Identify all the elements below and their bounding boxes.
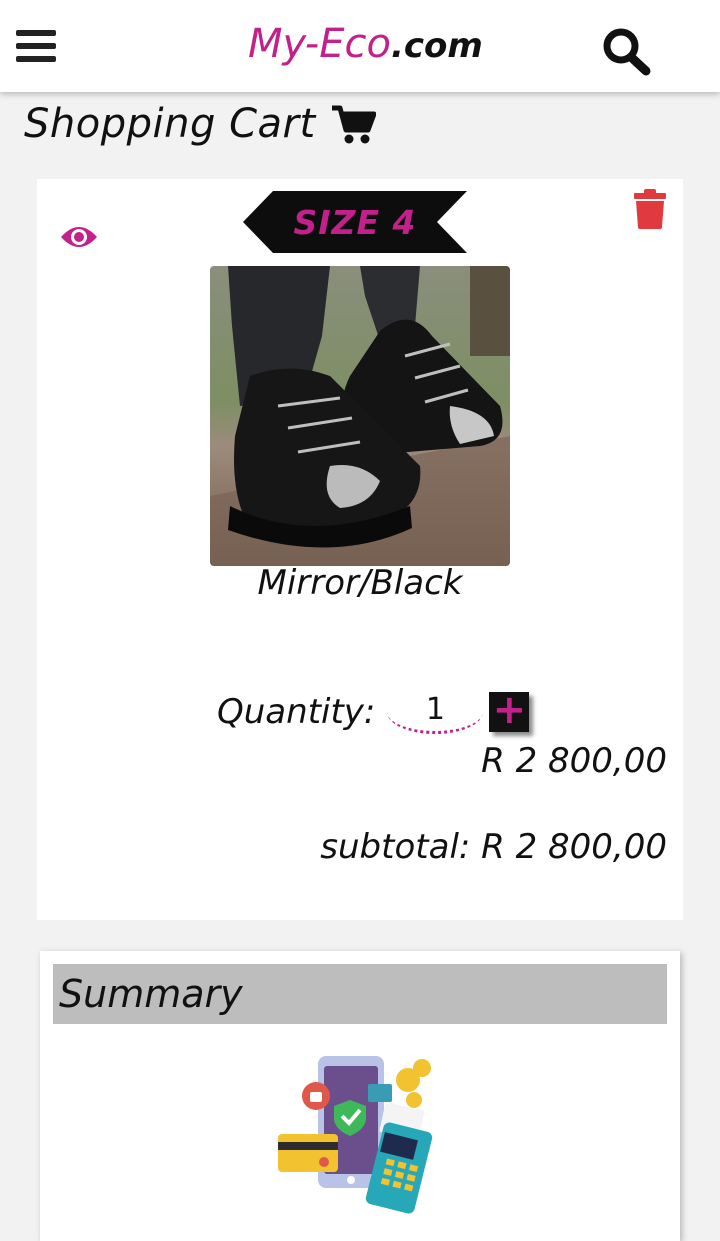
- item-subtotal: subtotal: R 2 800,00: [320, 827, 667, 867]
- search-icon[interactable]: [600, 26, 652, 76]
- quantity-label: Quantity:: [217, 692, 376, 732]
- site-logo[interactable]: My-Eco.com: [248, 18, 483, 72]
- product-image[interactable]: [210, 266, 510, 566]
- logo-brand: My-Eco: [248, 21, 391, 67]
- page-title: Shopping Cart: [24, 101, 316, 147]
- quantity-row: Quantity: 1 +: [217, 684, 530, 740]
- payment-illustration-icon: [278, 1056, 433, 1214]
- view-item-eye-icon[interactable]: [59, 223, 99, 251]
- quantity-input[interactable]: 1: [387, 690, 484, 734]
- delete-item-icon[interactable]: [633, 189, 667, 229]
- size-tag: SIZE 4: [243, 191, 467, 253]
- top-navigation-bar: My-Eco.com: [0, 0, 720, 92]
- page-title-row: Shopping Cart: [24, 96, 376, 152]
- summary-header: Summary: [53, 964, 667, 1024]
- hamburger-menu-icon[interactable]: [16, 30, 56, 66]
- product-name: Mirror/Black: [257, 563, 463, 603]
- cart-item-card: SIZE 4 Mirror/Black Quantity: 1 + R 2 80…: [37, 179, 683, 920]
- increase-quantity-button[interactable]: +: [489, 690, 530, 732]
- size-label: SIZE 4: [293, 202, 417, 242]
- shopping-cart-icon: [331, 105, 376, 144]
- summary-title: Summary: [59, 972, 243, 1016]
- logo-tld: .com: [390, 26, 483, 66]
- item-price: R 2 800,00: [481, 741, 667, 781]
- summary-card: Summary: [40, 951, 680, 1241]
